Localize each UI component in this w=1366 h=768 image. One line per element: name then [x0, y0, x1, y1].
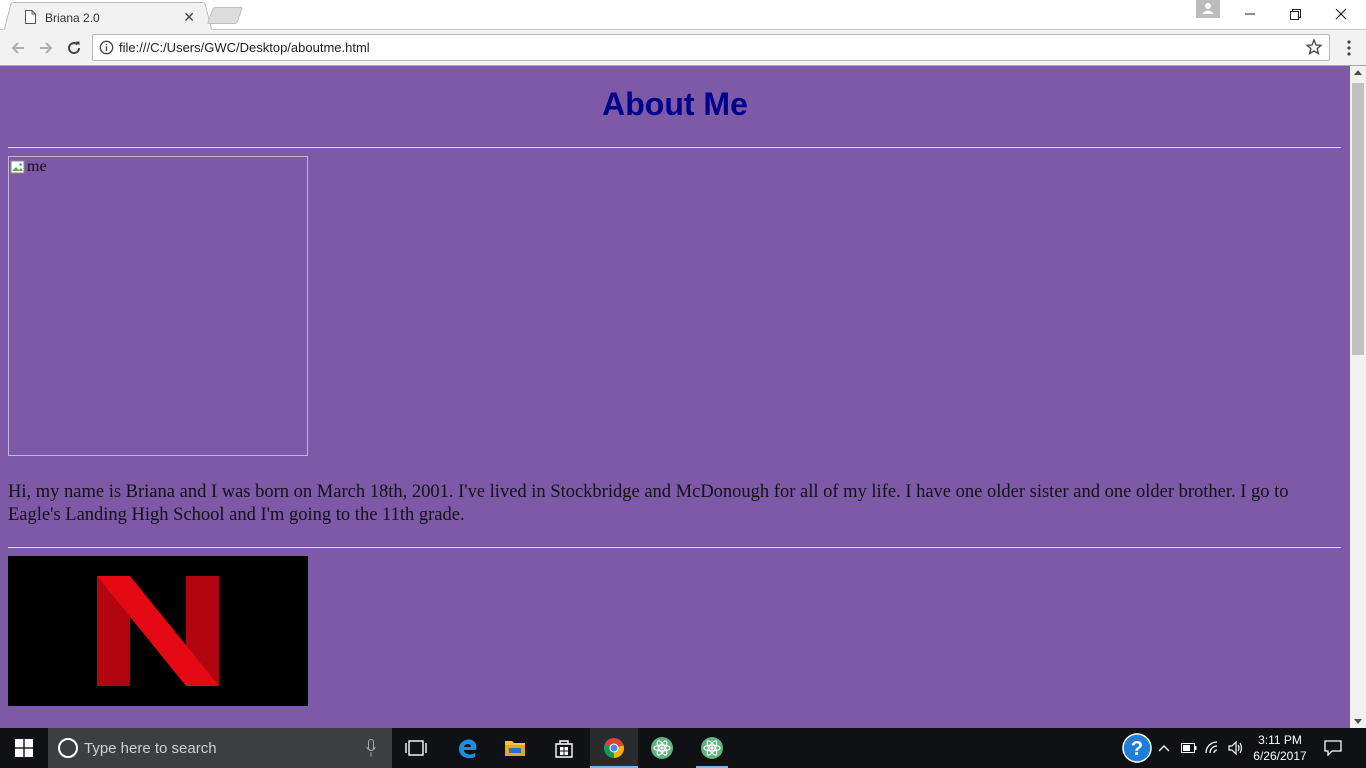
more-vert-icon: [1347, 40, 1351, 56]
windows-logo-icon: [15, 739, 33, 757]
scroll-thumb[interactable]: [1352, 83, 1364, 355]
atom-icon: [701, 737, 723, 759]
person-icon: [1202, 3, 1214, 14]
back-button[interactable]: [6, 36, 30, 60]
document-icon: [25, 10, 36, 24]
tab-strip: Briana 2.0 ✕: [0, 0, 1366, 31]
chrome-icon: [603, 738, 625, 759]
close-window-button[interactable]: [1318, 0, 1364, 28]
forward-button[interactable]: [34, 36, 58, 60]
edge-taskbar-button[interactable]: [443, 728, 491, 768]
bookmark-star-icon[interactable]: [1305, 38, 1323, 56]
reload-button[interactable]: [62, 36, 86, 60]
broken-image-icon: [10, 160, 25, 174]
atom-icon: [651, 737, 673, 759]
browser-toolbar: file:///C:/Users/GWC/Desktop/aboutme.htm…: [0, 30, 1366, 66]
scroll-up-arrow-icon[interactable]: [1354, 70, 1362, 75]
store-button[interactable]: [540, 728, 588, 768]
svg-text:?: ?: [1131, 738, 1143, 760]
clock-date: 6/26/2017: [1253, 749, 1307, 763]
minimize-button[interactable]: [1227, 0, 1273, 28]
url-text[interactable]: file:///C:/Users/GWC/Desktop/aboutme.htm…: [119, 40, 370, 55]
store-bag-icon: [555, 740, 573, 758]
folder-icon: [505, 741, 525, 756]
forward-arrow-icon: [40, 42, 53, 54]
windows-taskbar: Type here to search ? 3:11 PM 6/26/2017: [0, 728, 1366, 768]
profile-button[interactable]: [1196, 0, 1220, 18]
tab-title: Briana 2.0: [45, 11, 100, 25]
start-button[interactable]: [0, 728, 48, 768]
broken-image-alt: me: [10, 158, 47, 176]
tab-close-button[interactable]: ✕: [183, 9, 195, 25]
bio-paragraph: Hi, my name is Briana and I was born on …: [8, 482, 1289, 525]
netflix-n-logo: [97, 576, 219, 686]
search-placeholder: Type here to search: [84, 740, 217, 757]
atom-taskbar-button[interactable]: [638, 728, 686, 768]
taskbar-clock[interactable]: 3:11 PM 6/26/2017: [1244, 732, 1316, 764]
info-icon[interactable]: [99, 40, 114, 55]
edge-icon: [459, 739, 477, 759]
atom-taskbar-button[interactable]: [688, 728, 736, 768]
volume-tray-button[interactable]: [1226, 728, 1246, 768]
taskbar-search[interactable]: Type here to search: [48, 728, 392, 768]
reload-icon: [68, 41, 81, 55]
browser-tab[interactable]: Briana 2.0 ✕: [12, 2, 204, 31]
action-center-button[interactable]: [1320, 728, 1346, 768]
microphone-icon[interactable]: [366, 739, 376, 757]
help-tray-button[interactable]: ?: [1120, 728, 1154, 768]
netflix-image: [8, 556, 308, 706]
restore-icon: [1289, 8, 1301, 20]
profile-image: me: [8, 156, 308, 456]
help-icon: ?: [1122, 733, 1152, 763]
chrome-menu-button[interactable]: [1340, 36, 1358, 60]
restore-button[interactable]: [1272, 0, 1318, 28]
vertical-scrollbar[interactable]: [1350, 66, 1366, 728]
speaker-icon: [1228, 741, 1243, 755]
clock-time: 3:11 PM: [1258, 733, 1302, 747]
page-title: About Me: [602, 86, 748, 122]
file-explorer-button[interactable]: [491, 728, 539, 768]
close-icon: [1335, 8, 1347, 20]
image-alt-text: me: [27, 158, 47, 175]
page-viewport: About Me me Hi, my name is Briana and I …: [0, 66, 1350, 728]
task-view-icon: [405, 740, 427, 756]
show-hidden-icons-button[interactable]: [1154, 728, 1174, 768]
divider: [8, 146, 1341, 148]
divider: [8, 546, 1341, 548]
scroll-down-arrow-icon[interactable]: [1354, 719, 1362, 724]
new-tab-button[interactable]: [206, 7, 244, 24]
notification-icon: [1324, 740, 1342, 756]
battery-tray-button[interactable]: [1178, 728, 1200, 768]
cortana-icon: [58, 738, 78, 758]
task-view-button[interactable]: [392, 728, 440, 768]
network-tray-button[interactable]: [1202, 728, 1224, 768]
wifi-icon: [1205, 741, 1218, 754]
address-bar[interactable]: file:///C:/Users/GWC/Desktop/aboutme.htm…: [92, 34, 1330, 61]
battery-icon: [1181, 743, 1197, 753]
chrome-taskbar-button[interactable]: [590, 728, 638, 768]
minimize-icon: [1245, 13, 1255, 15]
chevron-up-icon: [1158, 745, 1170, 752]
back-arrow-icon: [11, 42, 24, 54]
